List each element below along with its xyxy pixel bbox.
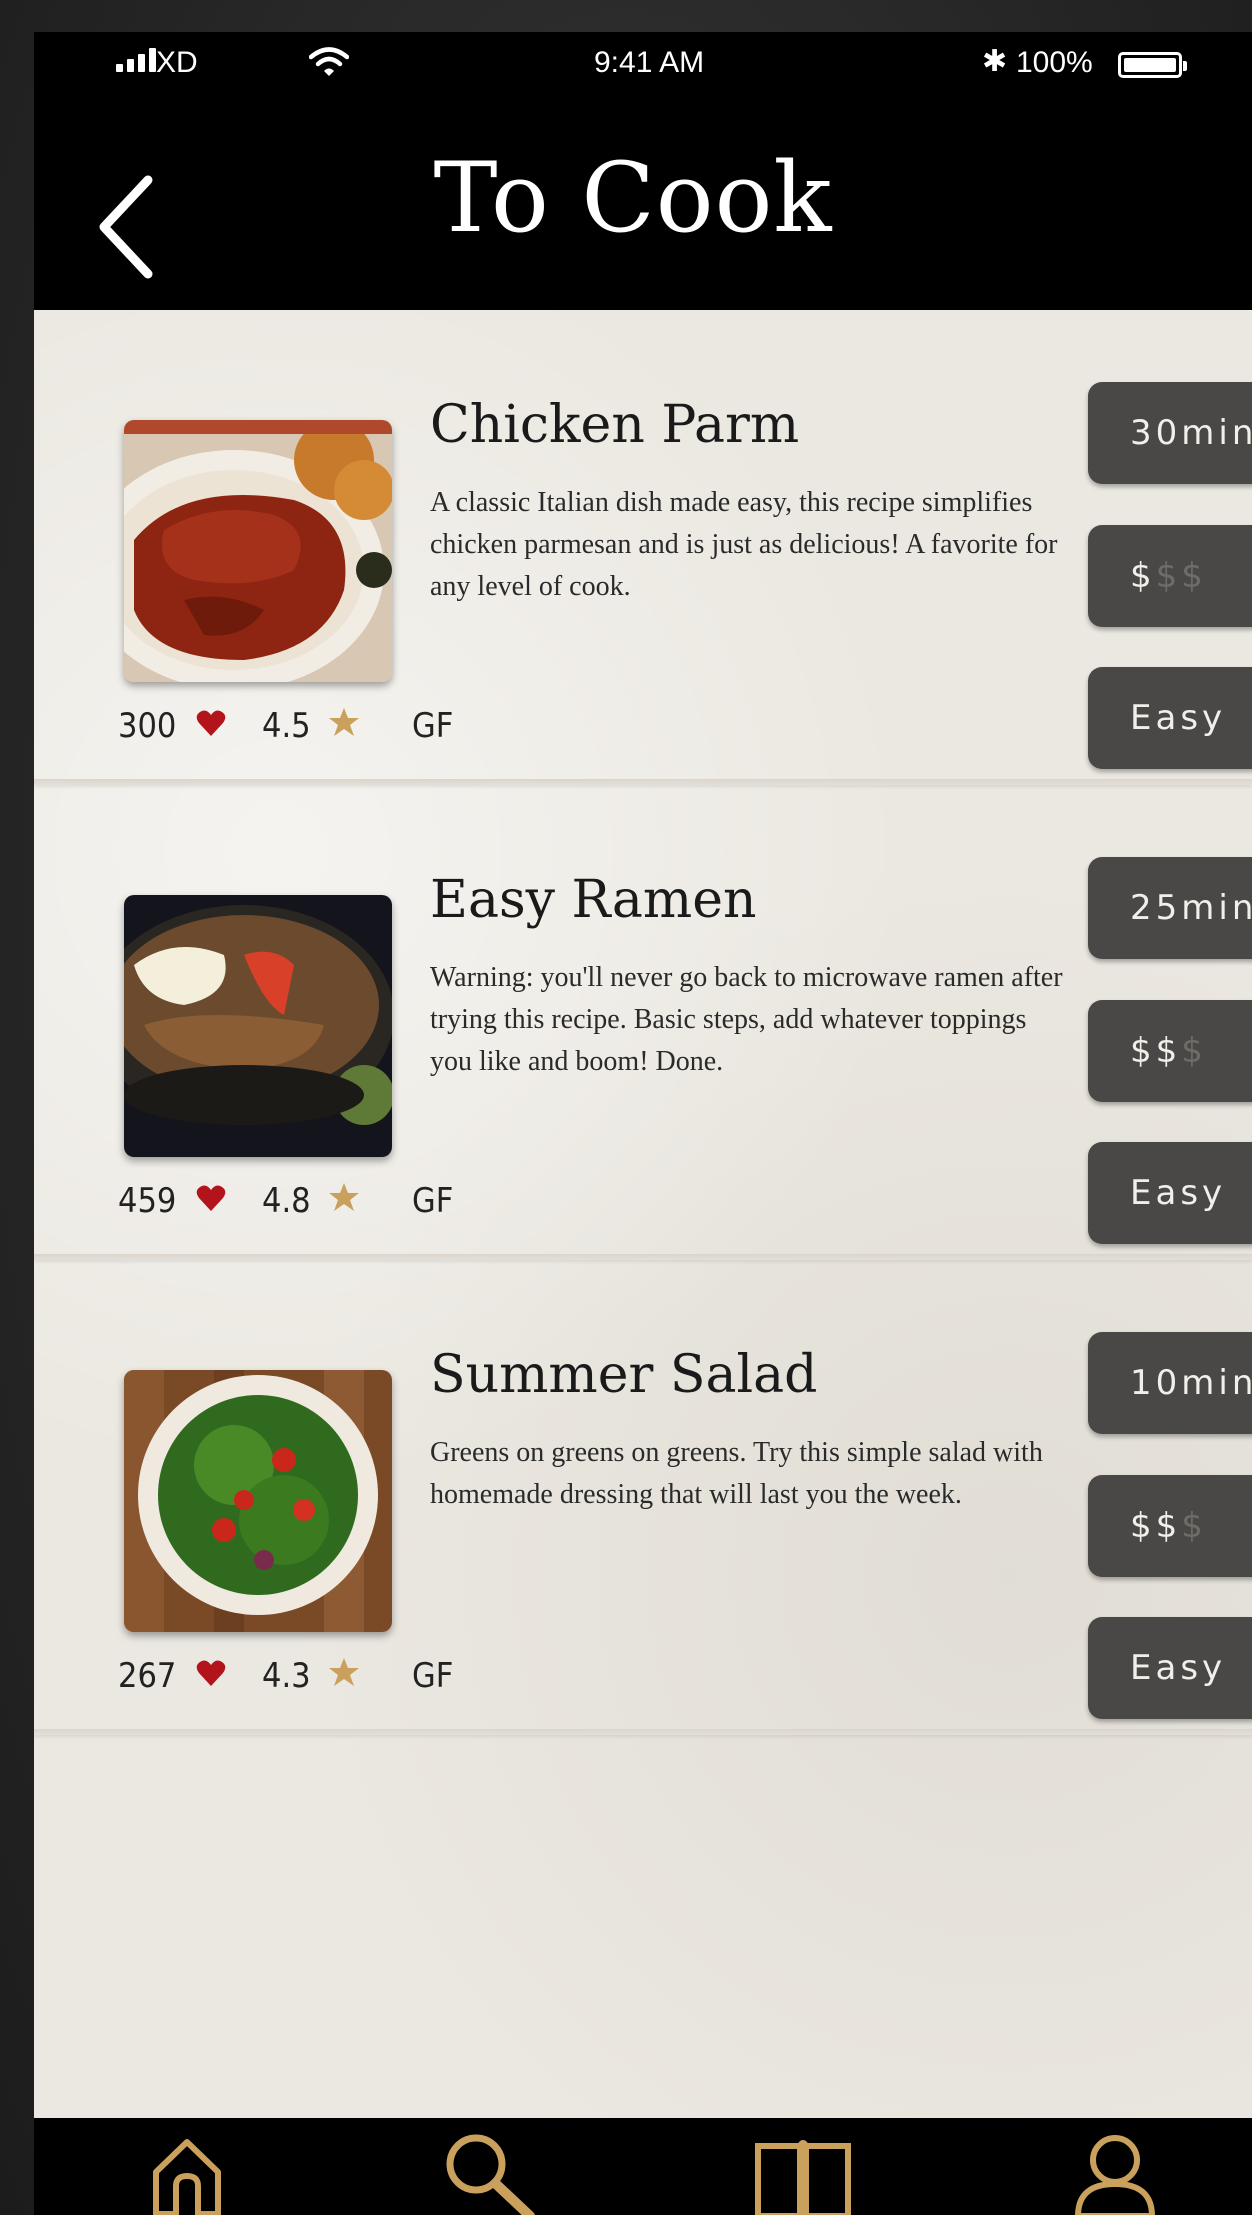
status-time: 9:41 AM (594, 46, 705, 79)
battery-icon (1118, 52, 1187, 78)
time-pill[interactable]: 30min (1088, 382, 1252, 484)
book-icon (755, 2140, 851, 2215)
diet-tag: GF (412, 706, 454, 746)
recipe-description: Greens on greens on greens. Try this sim… (430, 1437, 1043, 1510)
heart-icon[interactable] (196, 1181, 236, 1221)
recipe-image-chicken-parm (124, 420, 392, 682)
rating-value: 4.5 (262, 706, 311, 746)
heart-icon[interactable] (196, 706, 236, 746)
bluetooth-icon: ✱ (982, 45, 1008, 78)
recipe-stats: 300 4.5 GF (118, 701, 453, 751)
recipe-card[interactable]: Chicken Parm A classic Italian dish made… (34, 310, 1252, 785)
status-bar: XD 9:41 AM ✱ 100% (34, 32, 1252, 102)
tab-bar (34, 2118, 1252, 2215)
recipe-description: Warning: you'll never go back to microwa… (430, 962, 1063, 1077)
battery-percentage: 100% (1016, 46, 1093, 79)
recipe-description: A classic Italian dish made easy, this r… (430, 487, 1058, 602)
diet-tag: GF (412, 1656, 454, 1696)
carrier-label: XD (156, 46, 198, 79)
recipe-card[interactable]: Easy Ramen Warning: you'll never go back… (34, 785, 1252, 1260)
diet-tag: GF (412, 1181, 454, 1221)
price-pill[interactable]: $$$ (1088, 525, 1252, 627)
recipe-title[interactable]: Summer Salad (430, 1345, 817, 1405)
time-pill[interactable]: 25min (1088, 857, 1252, 959)
star-icon (328, 1181, 368, 1221)
recipe-image-easy-ramen (124, 895, 392, 1157)
wifi-icon (308, 46, 350, 86)
signal-icon (116, 48, 156, 72)
price-active: $$ (1130, 1031, 1182, 1071)
like-count: 459 (118, 1181, 177, 1221)
tab-home[interactable] (142, 2128, 232, 2215)
recipe-list: Chicken Parm A classic Italian dish made… (34, 310, 1252, 2118)
price-active: $$ (1130, 1506, 1182, 1546)
app-header: To Cook (34, 102, 1252, 342)
difficulty-pill[interactable]: Easy (1088, 1142, 1252, 1244)
tab-profile[interactable] (1070, 2128, 1160, 2215)
page-title: To Cook (433, 142, 833, 254)
price-inactive: $ (1181, 1031, 1207, 1071)
price-pill[interactable]: $$$ (1088, 1475, 1252, 1577)
like-count: 300 (118, 706, 177, 746)
price-pill[interactable]: $$$ (1088, 1000, 1252, 1102)
star-icon (328, 1656, 368, 1696)
price-inactive: $$ (1155, 556, 1207, 596)
phone-screen: XD 9:41 AM ✱ 100% To Cook Chicken Parm A… (34, 32, 1252, 2215)
rating-value: 4.8 (262, 1181, 311, 1221)
heart-icon[interactable] (196, 1656, 236, 1696)
price-active: $ (1130, 556, 1156, 596)
tab-search[interactable] (438, 2128, 535, 2215)
home-icon (153, 2139, 221, 2215)
tab-cookbook[interactable] (750, 2128, 851, 2215)
device-frame: XD 9:41 AM ✱ 100% To Cook Chicken Parm A… (0, 0, 1252, 2215)
recipe-title[interactable]: Easy Ramen (430, 870, 756, 930)
difficulty-pill[interactable]: Easy (1088, 667, 1252, 769)
time-pill[interactable]: 10min (1088, 1332, 1252, 1434)
recipe-image-summer-salad (124, 1370, 392, 1632)
recipe-title[interactable]: Chicken Parm (430, 395, 799, 455)
difficulty-pill[interactable]: Easy (1088, 1617, 1252, 1719)
recipe-card[interactable]: Summer Salad Greens on greens on greens.… (34, 1260, 1252, 1735)
card-divider (34, 1729, 1252, 1735)
rating-value: 4.3 (262, 1656, 311, 1696)
recipe-stats: 267 4.3 GF (118, 1651, 453, 1701)
price-inactive: $ (1181, 1506, 1207, 1546)
like-count: 267 (118, 1656, 177, 1696)
recipe-stats: 459 4.8 GF (118, 1176, 453, 1226)
search-icon (446, 2134, 535, 2215)
user-icon (1075, 2135, 1155, 2215)
star-icon (328, 706, 368, 746)
